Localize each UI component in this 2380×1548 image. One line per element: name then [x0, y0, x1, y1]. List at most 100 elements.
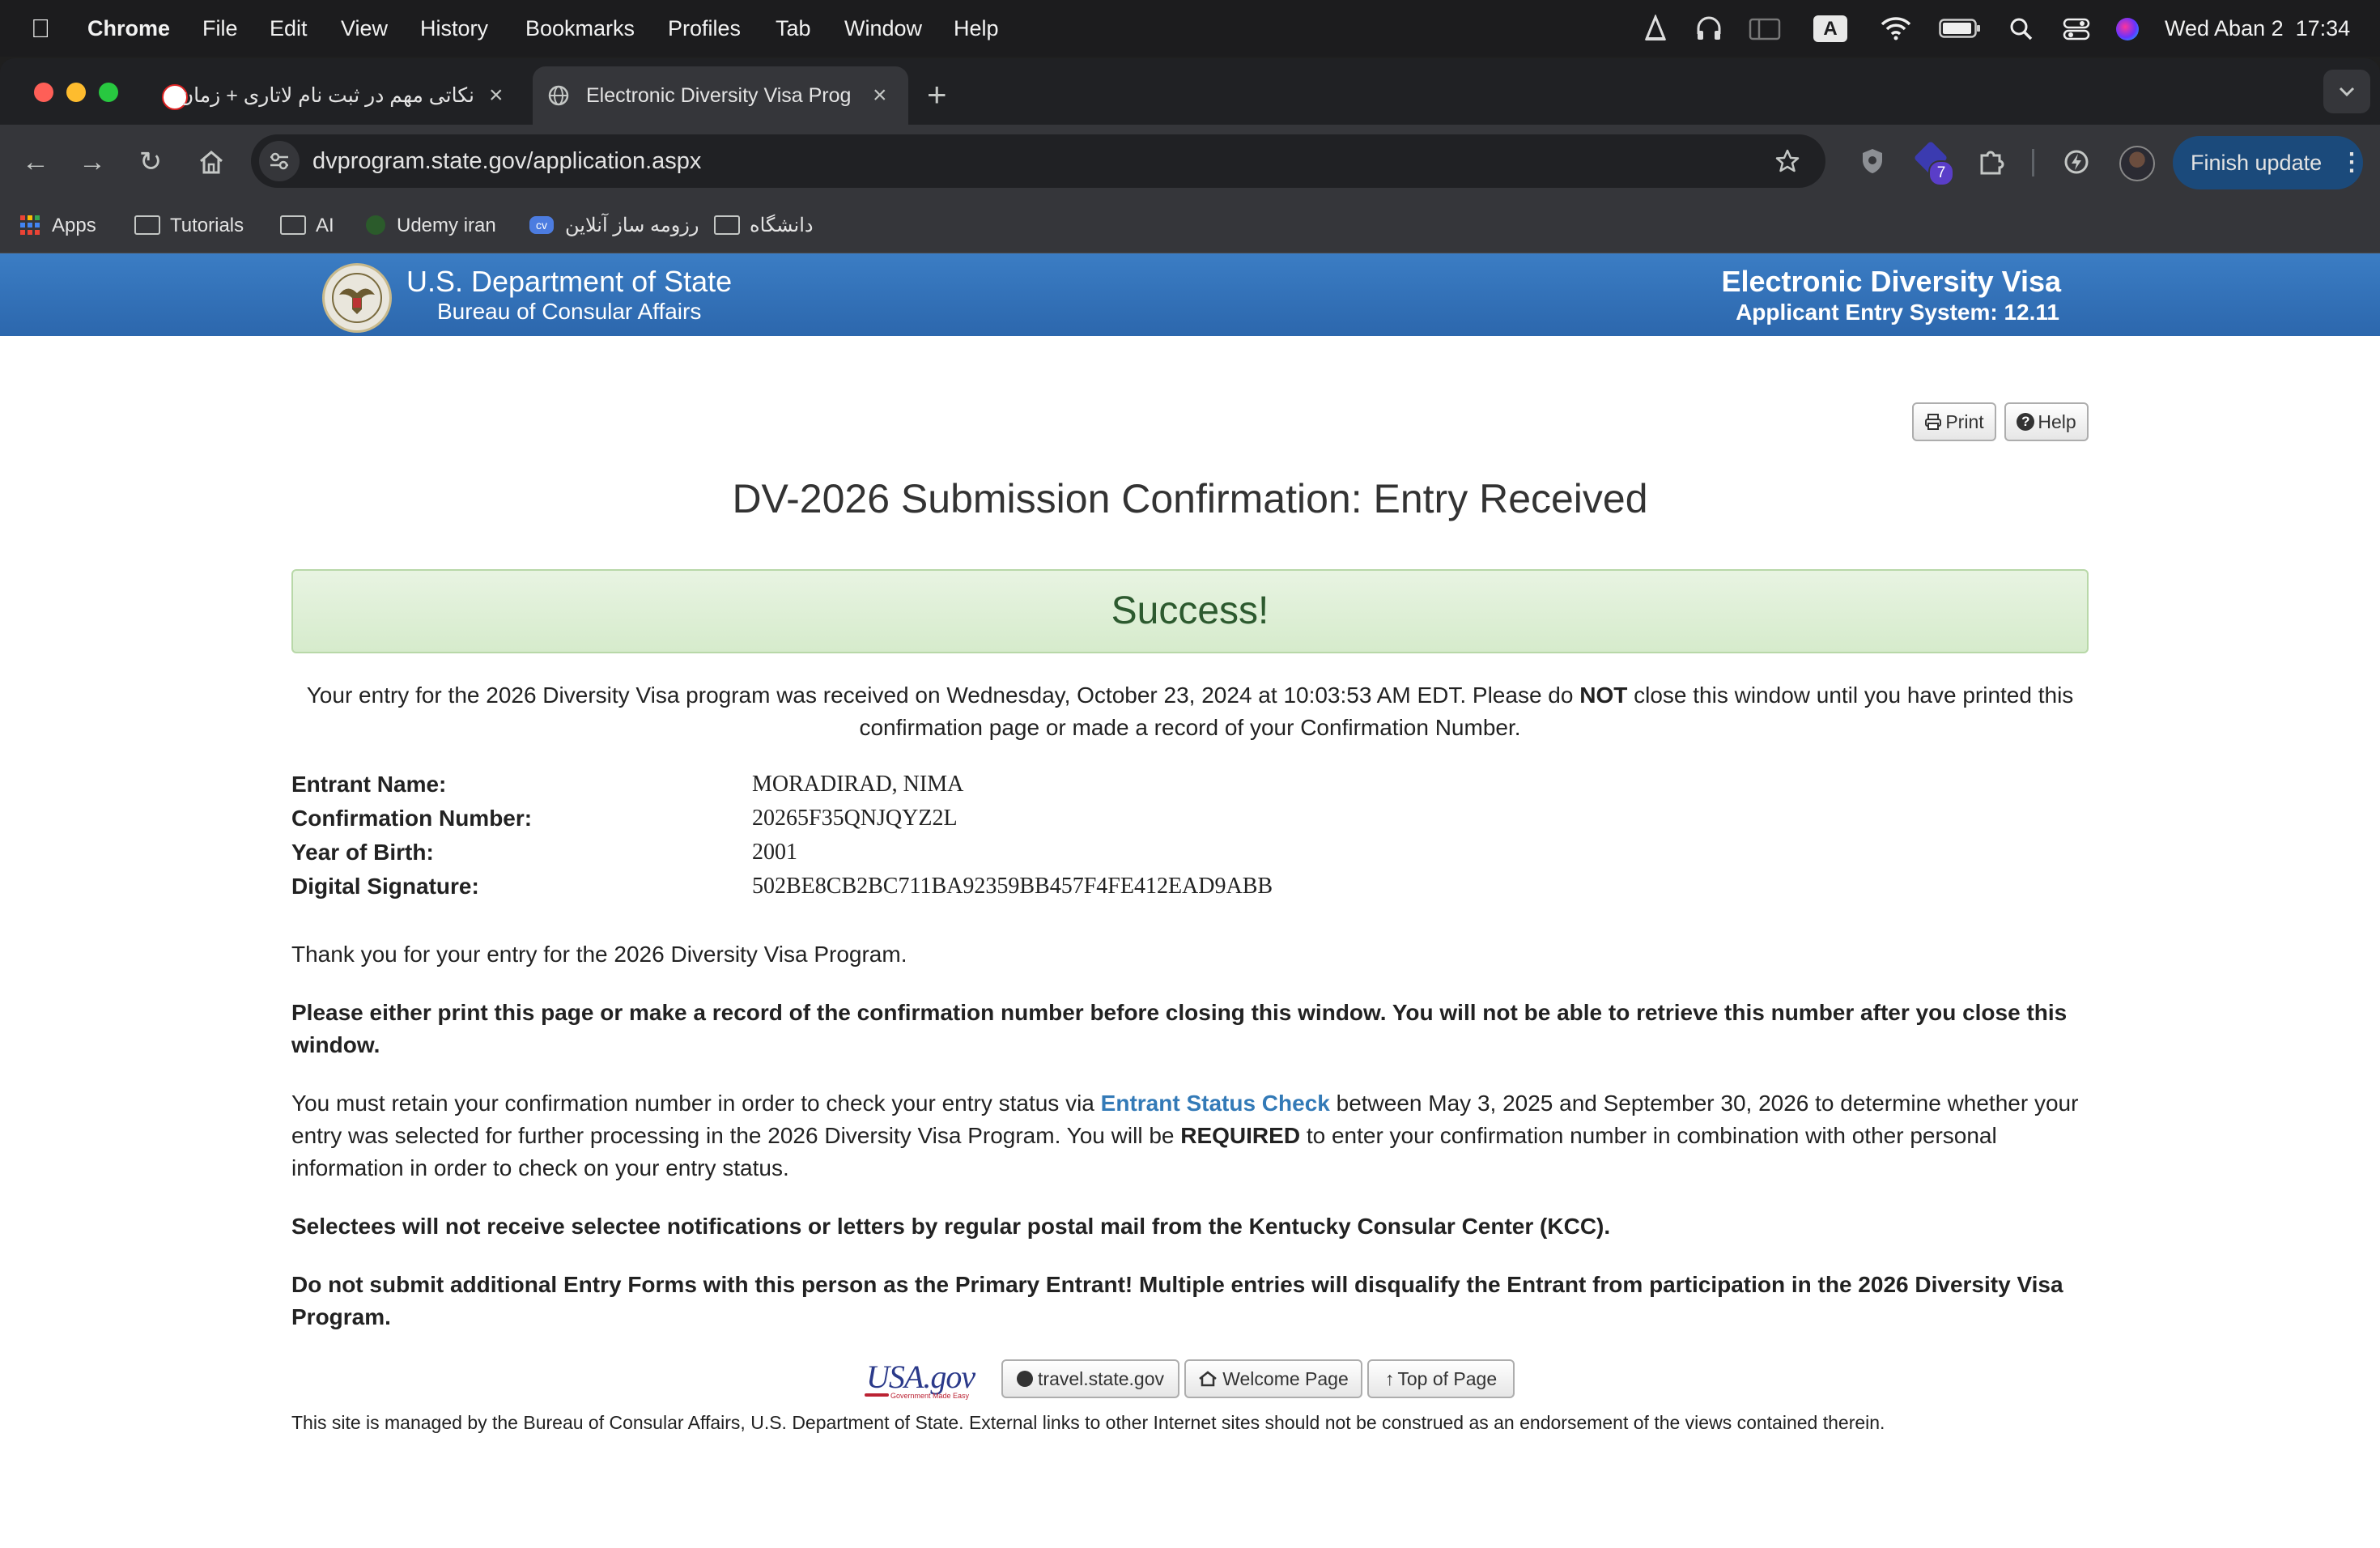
print-warning-paragraph: Please either print this page or make a … — [291, 1000, 2068, 1057]
chevron-down-icon — [2339, 87, 2355, 97]
menu-help[interactable]: Help — [954, 0, 999, 57]
question-circle-icon: ? — [2017, 412, 2035, 431]
retain-emphasis: REQUIRED — [1180, 1123, 1301, 1148]
tab-strip: نکاتی مهم در ثبت نام لاتاری + زمان × Ele… — [0, 58, 2380, 125]
globe-icon — [1017, 1370, 1034, 1387]
finish-update-button[interactable]: Finish update ⋮ — [2173, 136, 2364, 189]
bookmark-folder-university[interactable]: دانشگاه — [714, 199, 814, 253]
welcome-page-button[interactable]: Welcome Page — [1184, 1359, 1362, 1398]
tab-close-icon[interactable]: × — [489, 66, 504, 125]
bookmark-apps[interactable]: Apps — [19, 199, 96, 253]
bookmark-udemy-iran[interactable]: Udemy iran — [366, 199, 496, 253]
help-button[interactable]: ? Help — [2004, 402, 2089, 441]
usa-gov-logo[interactable]: USA.gov Government Made Easy — [865, 1358, 997, 1403]
bookmarks-bar: Apps Tutorials AI Udemy iran cv رزومه ساز… — [0, 199, 2380, 253]
welcome-page-label: Welcome Page — [1222, 1368, 1349, 1389]
performance-icon[interactable] — [2063, 148, 2090, 176]
year-of-birth-label: Year of Birth: — [291, 840, 434, 865]
reload-button[interactable]: ↻ — [128, 139, 173, 185]
top-of-page-label: Top of Page — [1397, 1368, 1498, 1389]
bookmark-folder-ai[interactable]: AI — [280, 199, 334, 253]
confirmation-number-label: Confirmation Number: — [291, 806, 533, 831]
tab-active[interactable]: Electronic Diversity Visa Prog × — [533, 66, 908, 125]
menu-edit[interactable]: Edit — [270, 0, 308, 57]
folder-icon — [714, 215, 740, 235]
bookmark-star-icon[interactable] — [1774, 148, 1800, 174]
tab-close-icon[interactable]: × — [873, 66, 887, 125]
menubar-clock[interactable]: Wed Aban 2 17:34 — [2165, 0, 2350, 57]
shield-extension-icon[interactable] — [1860, 147, 1885, 175]
extension-badge: 7 — [1928, 160, 1954, 186]
arrow-up-icon: ↑ — [1384, 1368, 1395, 1389]
macos-menubar:  Chrome File Edit View History Bookmark… — [0, 0, 2380, 57]
menu-window[interactable]: Window — [844, 0, 922, 57]
intro-text: Your entry for the 2026 Diversity Visa p… — [306, 683, 1580, 708]
tab-search-button[interactable] — [2323, 70, 2370, 113]
folder-icon — [134, 215, 160, 235]
menu-bookmarks[interactable]: Bookmarks — [525, 0, 635, 57]
top-of-page-button[interactable]: ↑ Top of Page — [1367, 1359, 1515, 1398]
folder-icon — [280, 215, 306, 235]
bookmark-label: دانشگاه — [750, 215, 814, 236]
digital-signature-value: 502BE8CB2BC711BA92359BB457F4FE412EAD9ABB — [752, 874, 1273, 899]
print-label: Print — [1945, 411, 1984, 432]
globe-icon — [548, 85, 569, 106]
retain-paragraph: You must retain your confirmation number… — [291, 1087, 2089, 1184]
menu-app-name[interactable]: Chrome — [87, 0, 170, 57]
thanks-paragraph: Thank you for your entry for the 2026 Di… — [291, 942, 907, 967]
control-center-icon[interactable] — [2063, 17, 2090, 41]
site-info-button[interactable] — [259, 141, 300, 181]
bookmark-resume-builder[interactable]: cv رزومه ساز آنلاین — [529, 199, 699, 253]
bookmark-label: Udemy iran — [397, 215, 496, 236]
bookmark-label: Tutorials — [170, 215, 244, 236]
bookmark-label: AI — [316, 215, 334, 236]
siri-icon[interactable] — [2116, 18, 2139, 40]
web-page: U.S. Department of State Bureau of Consu… — [0, 253, 2380, 1548]
profile-avatar[interactable] — [2119, 146, 2155, 181]
extension-with-badge[interactable]: 7 — [1913, 140, 1954, 186]
wifi-icon[interactable] — [1880, 16, 1912, 40]
home-icon — [1199, 1371, 1217, 1387]
headphones-icon[interactable] — [1694, 15, 1723, 42]
bookmark-folder-tutorials[interactable]: Tutorials — [134, 199, 244, 253]
vlc-icon[interactable] — [1642, 15, 1669, 42]
battery-icon[interactable] — [1939, 19, 1981, 38]
back-button[interactable]: ← — [13, 139, 58, 185]
eagle-emblem-icon — [332, 273, 382, 323]
home-icon[interactable] — [198, 149, 225, 175]
logo-swoosh — [865, 1393, 889, 1397]
tune-icon — [270, 152, 288, 170]
tab-inactive[interactable]: نکاتی مهم در ثبت نام لاتاری + زمان × — [146, 66, 526, 125]
menu-file[interactable]: File — [202, 0, 238, 57]
menu-tab[interactable]: Tab — [776, 0, 811, 57]
print-button[interactable]: Print — [1912, 402, 1996, 441]
address-bar[interactable]: dvprogram.state.gov/application.aspx — [251, 134, 1825, 188]
sidebar-display-icon[interactable] — [1749, 18, 1781, 40]
confirmation-number-value: 20265F35QNJQYZ2L — [752, 806, 958, 831]
cv-favicon-icon: cv — [529, 215, 554, 234]
input-source-indicator[interactable]: A — [1813, 15, 1847, 42]
help-label: Help — [2038, 411, 2076, 432]
department-name[interactable]: U.S. Department of State — [406, 265, 732, 299]
puzzle-extensions-icon[interactable] — [1977, 147, 2006, 176]
intro-paragraph: Your entry for the 2026 Diversity Visa p… — [291, 679, 2089, 744]
forward-button[interactable]: → — [70, 139, 115, 185]
menu-history[interactable]: History — [420, 0, 488, 57]
spotlight-search-icon[interactable] — [2009, 17, 2034, 41]
travel-state-gov-button[interactable]: travel.state.gov — [1001, 1359, 1179, 1398]
do-not-submit-paragraph: Do not submit additional Entry Forms wit… — [291, 1272, 2063, 1329]
menu-profiles[interactable]: Profiles — [668, 0, 741, 57]
entrant-status-check-link[interactable]: Entrant Status Check — [1101, 1091, 1330, 1116]
bookmark-label: رزومه ساز آنلاین — [565, 215, 699, 236]
new-tab-button[interactable]: + — [927, 70, 947, 120]
menu-view[interactable]: View — [341, 0, 388, 57]
year-of-birth-value: 2001 — [752, 840, 797, 865]
minimize-window-button[interactable] — [66, 83, 86, 102]
apple-menu-icon[interactable]:  — [31, 0, 50, 57]
more-vertical-icon: ⋮ — [2340, 149, 2364, 176]
system-version: Applicant Entry System: 12.11 — [1736, 300, 2059, 325]
url-text[interactable]: dvprogram.state.gov/application.aspx — [312, 134, 701, 188]
department-seal-logo[interactable] — [322, 263, 392, 333]
zoom-window-button[interactable] — [99, 83, 118, 102]
close-window-button[interactable] — [34, 83, 53, 102]
